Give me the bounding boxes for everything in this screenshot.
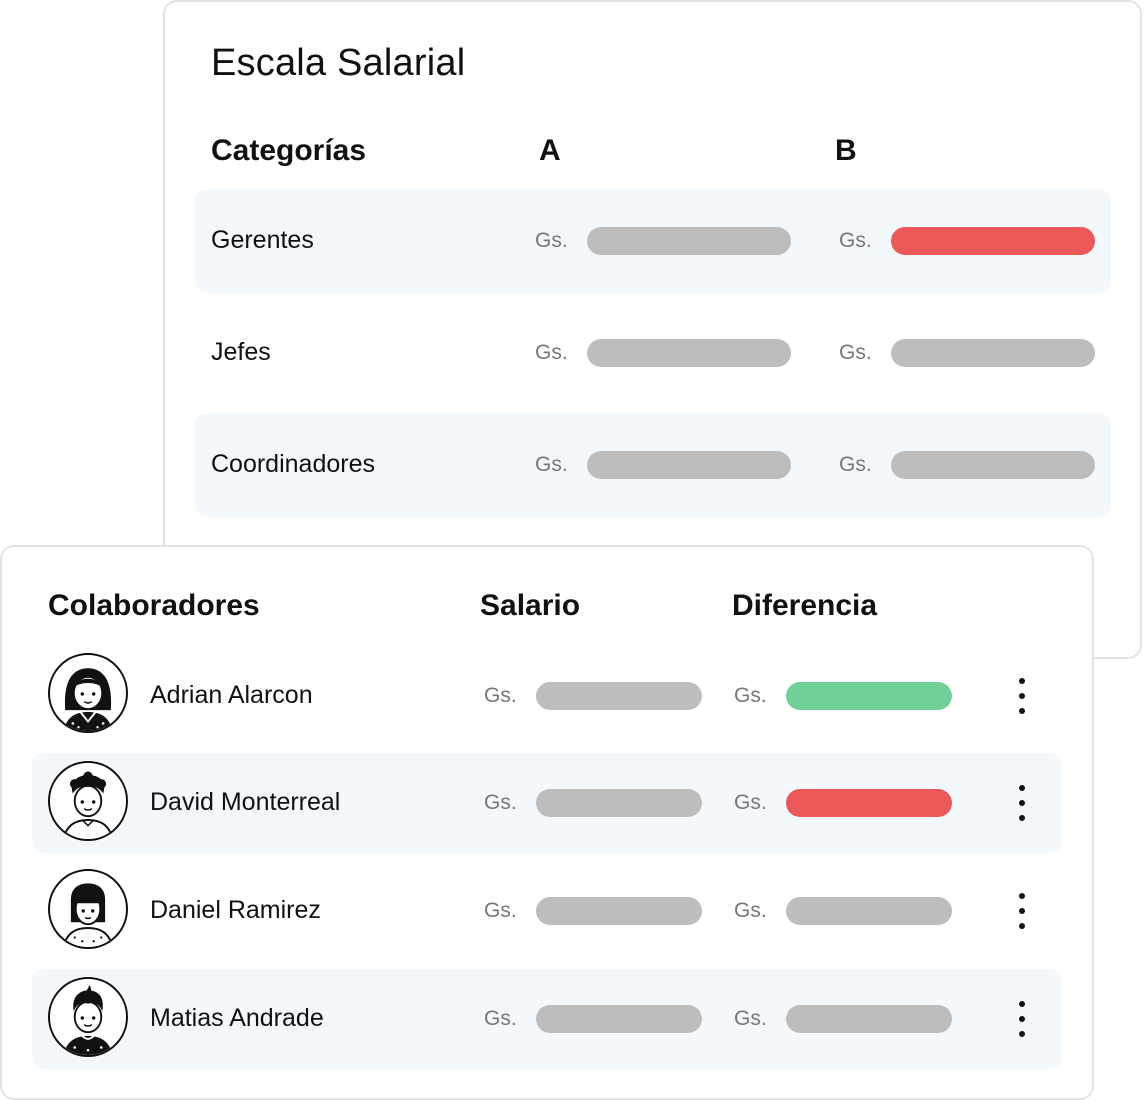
value-bar-b bbox=[891, 227, 1095, 255]
category-label: Coordinadores bbox=[211, 450, 375, 478]
collaborator-name: Adrian Alarcon bbox=[150, 681, 313, 709]
scale-row-coordinadores[interactable]: Coordinadores Gs. Gs. bbox=[195, 413, 1111, 517]
header-category: Categorías bbox=[211, 134, 367, 167]
difference-bar bbox=[786, 789, 952, 817]
collaborator-row[interactable]: Daniel Ramirez Gs. Gs. bbox=[32, 861, 1062, 961]
category-label: Jefes bbox=[211, 338, 271, 366]
avatar-long-hair-icon bbox=[48, 653, 128, 733]
collaborator-row[interactable]: Matias Andrade Gs. Gs. bbox=[32, 969, 1062, 1069]
salary-bar bbox=[536, 789, 702, 817]
salary-bar bbox=[536, 1005, 702, 1033]
header-col-b: B bbox=[835, 134, 857, 167]
currency-label: Gs. bbox=[839, 453, 872, 476]
avatar-short-hair-icon bbox=[48, 977, 128, 1057]
currency-label: Gs. bbox=[734, 684, 767, 707]
kebab-menu-icon[interactable] bbox=[1012, 678, 1032, 714]
currency-label: Gs. bbox=[484, 899, 517, 922]
currency-label: Gs. bbox=[839, 341, 872, 364]
value-bar-b bbox=[891, 451, 1095, 479]
header-salary: Salario bbox=[480, 589, 581, 622]
kebab-menu-icon[interactable] bbox=[1012, 893, 1032, 929]
salary-bar bbox=[536, 897, 702, 925]
avatar-curly-hair-icon bbox=[48, 761, 128, 841]
currency-label: Gs. bbox=[484, 791, 517, 814]
currency-label: Gs. bbox=[484, 1007, 517, 1030]
currency-label: Gs. bbox=[484, 684, 517, 707]
value-bar-a bbox=[587, 227, 791, 255]
collaborator-name: Matias Andrade bbox=[150, 1004, 324, 1032]
difference-bar bbox=[786, 1005, 952, 1033]
difference-bar bbox=[786, 897, 952, 925]
collaborators-card: Colaboradores Salario Diferencia Adrian … bbox=[0, 545, 1094, 1100]
header-col-a: A bbox=[539, 134, 561, 167]
collaborator-row[interactable]: Adrian Alarcon Gs. Gs. bbox=[32, 647, 1062, 745]
value-bar-b bbox=[891, 339, 1095, 367]
header-difference: Diferencia bbox=[732, 589, 878, 622]
salary-bar bbox=[536, 682, 702, 710]
kebab-menu-icon[interactable] bbox=[1012, 1001, 1032, 1037]
avatar-bob-hair-icon bbox=[48, 869, 128, 949]
collaborator-row[interactable]: David Monterreal Gs. Gs. bbox=[32, 753, 1062, 853]
value-bar-a bbox=[587, 451, 791, 479]
currency-label: Gs. bbox=[535, 341, 568, 364]
value-bar-a bbox=[587, 339, 791, 367]
page-title: Escala Salarial bbox=[211, 42, 466, 84]
difference-bar bbox=[786, 682, 952, 710]
collaborator-name: David Monterreal bbox=[150, 788, 341, 816]
currency-label: Gs. bbox=[734, 899, 767, 922]
currency-label: Gs. bbox=[839, 229, 872, 252]
kebab-menu-icon[interactable] bbox=[1012, 785, 1032, 821]
header-collaborators: Colaboradores bbox=[48, 589, 260, 622]
collaborator-name: Daniel Ramirez bbox=[150, 896, 321, 924]
currency-label: Gs. bbox=[535, 229, 568, 252]
scale-row-gerentes[interactable]: Gerentes Gs. Gs. bbox=[195, 189, 1111, 293]
scale-row-jefes[interactable]: Jefes Gs. Gs. bbox=[195, 301, 1111, 405]
currency-label: Gs. bbox=[734, 1007, 767, 1030]
category-label: Gerentes bbox=[211, 226, 314, 254]
currency-label: Gs. bbox=[535, 453, 568, 476]
currency-label: Gs. bbox=[734, 791, 767, 814]
